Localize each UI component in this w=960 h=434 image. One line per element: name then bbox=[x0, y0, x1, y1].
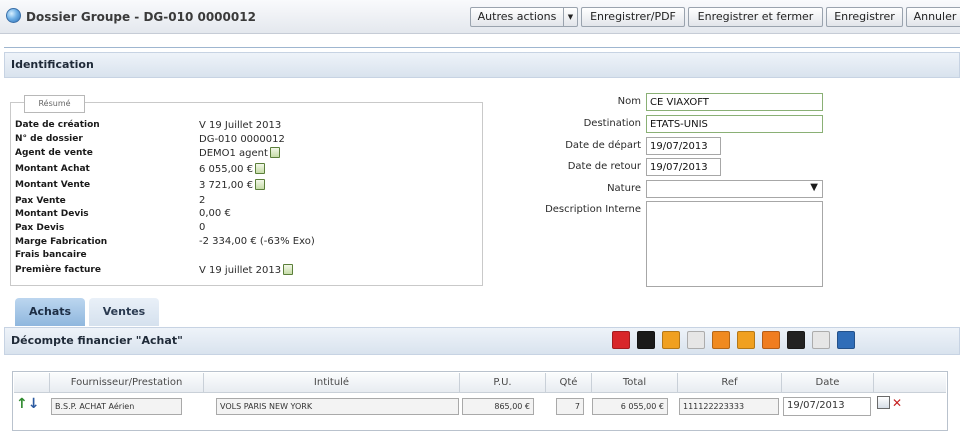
table-header: Ref bbox=[678, 373, 782, 393]
table-header: Intitulé bbox=[204, 373, 460, 393]
return-date-label: Date de retour bbox=[567, 161, 641, 172]
details-icon[interactable] bbox=[283, 264, 294, 275]
summary-label: Pax Devis bbox=[15, 223, 65, 233]
summary-label: Montant Achat bbox=[15, 164, 90, 174]
divider bbox=[4, 47, 960, 48]
car-icon[interactable] bbox=[787, 331, 805, 349]
summary-label: N° de dossier bbox=[15, 134, 83, 144]
summary-label: Date de création bbox=[15, 120, 100, 130]
nom-field[interactable] bbox=[646, 93, 823, 111]
description-label: Description Interne bbox=[545, 204, 641, 215]
summary-montant-achat: 6 055,00 € bbox=[199, 163, 266, 175]
chevron-down-icon[interactable]: ▼ bbox=[810, 182, 818, 193]
acrobat-icon[interactable] bbox=[637, 331, 655, 349]
table-header: P.U. bbox=[460, 373, 546, 393]
summary-label: Marge Fabrication bbox=[15, 237, 108, 247]
intitule-cell[interactable]: VOLS PARIS NEW YORK bbox=[216, 398, 459, 415]
table-header: Qté bbox=[546, 373, 592, 393]
ref-cell[interactable]: 111122223333 bbox=[679, 398, 779, 415]
tab-ventes[interactable]: Ventes bbox=[89, 298, 159, 326]
fournisseur-cell[interactable]: B.S.P. ACHAT Aérien bbox=[51, 398, 182, 415]
pen-icon[interactable] bbox=[712, 331, 730, 349]
departure-date-label: Date de départ bbox=[565, 140, 641, 151]
other-actions-button[interactable]: Autres actions ▼ bbox=[470, 7, 578, 27]
total-cell: 6 055,00 € bbox=[592, 398, 668, 415]
table-header: Fournisseur/Prestation bbox=[50, 373, 204, 393]
summary-value: V 19 juillet 2013 bbox=[199, 265, 282, 276]
summary-value: DG-010 0000012 bbox=[199, 134, 285, 145]
save-button[interactable]: Enregistrer bbox=[826, 7, 903, 27]
tab-achats[interactable]: Achats bbox=[15, 298, 85, 326]
gray-note-icon[interactable] bbox=[812, 331, 830, 349]
summary-legend: Résumé bbox=[24, 95, 85, 113]
summary-label: Frais bancaire bbox=[15, 250, 87, 260]
chevron-down-icon[interactable]: ▼ bbox=[563, 8, 577, 26]
save-close-button[interactable]: Enregistrer et fermer bbox=[688, 7, 823, 27]
edit-icon[interactable] bbox=[877, 396, 890, 409]
summary-label: Première facture bbox=[15, 265, 101, 275]
document-icon[interactable] bbox=[687, 331, 705, 349]
summary-label: Pax Vente bbox=[15, 196, 66, 206]
details-icon[interactable] bbox=[255, 179, 266, 190]
save-pdf-button[interactable]: Enregistrer/PDF bbox=[581, 7, 685, 27]
summary-label: Montant Vente bbox=[15, 180, 91, 190]
summary-label: Montant Devis bbox=[15, 209, 89, 219]
table-header: Total bbox=[592, 373, 678, 393]
unit-price-cell[interactable]: 865,00 € bbox=[462, 398, 534, 415]
summary-label: Agent de vente bbox=[15, 148, 93, 158]
table-header-empty bbox=[14, 373, 50, 393]
table-header-actions bbox=[874, 373, 946, 393]
pdf-icon[interactable] bbox=[612, 331, 630, 349]
details-icon[interactable] bbox=[269, 147, 280, 158]
date-cell[interactable]: 19/07/2013 bbox=[783, 397, 871, 416]
summary-agent: DEMO1 agent bbox=[199, 147, 280, 159]
summary-first-invoice: V 19 juillet 2013 bbox=[199, 264, 294, 276]
blue-doc-icon[interactable] bbox=[837, 331, 855, 349]
summary-value: 6 055,00 € bbox=[199, 164, 254, 175]
sort-icon[interactable]: ↑↓ bbox=[16, 396, 39, 412]
summary-value: 3 721,00 € bbox=[199, 180, 254, 191]
departure-date-field[interactable] bbox=[646, 137, 721, 155]
globe-icon bbox=[6, 8, 21, 23]
nature-select[interactable]: ▼ bbox=[646, 180, 823, 198]
summary-value: DEMO1 agent bbox=[199, 148, 268, 159]
summary-montant-vente: 3 721,00 € bbox=[199, 179, 266, 191]
summary-value: 0 bbox=[199, 222, 206, 233]
nom-label: Nom bbox=[617, 96, 641, 107]
quantity-cell[interactable]: 7 bbox=[556, 398, 584, 415]
details-icon[interactable] bbox=[255, 163, 266, 174]
destination-field[interactable] bbox=[646, 115, 823, 133]
window-title: Dossier Groupe - DG-010 0000012 bbox=[26, 10, 256, 24]
orange-tag-icon[interactable] bbox=[662, 331, 680, 349]
delete-icon[interactable]: ✕ bbox=[892, 397, 902, 409]
cancel-button[interactable]: Annuler bbox=[906, 7, 960, 27]
summary-value: V 19 Juillet 2013 bbox=[199, 120, 282, 131]
summary-value: 0,00 € bbox=[199, 208, 231, 219]
summary-value: -2 334,00 € (-63% Exo) bbox=[199, 236, 315, 247]
title-bar: Dossier Groupe - DG-010 0000012 Autres a… bbox=[0, 0, 960, 34]
orange-note-icon[interactable] bbox=[762, 331, 780, 349]
orange-doc-icon[interactable] bbox=[737, 331, 755, 349]
table-header: Date bbox=[782, 373, 874, 393]
return-date-field[interactable] bbox=[646, 158, 721, 176]
summary-value: 2 bbox=[199, 195, 206, 206]
other-actions-label: Autres actions bbox=[477, 10, 557, 23]
identification-header: Identification bbox=[4, 52, 960, 78]
description-textarea[interactable] bbox=[646, 201, 823, 287]
nature-label: Nature bbox=[607, 183, 641, 194]
destination-label: Destination bbox=[583, 118, 641, 129]
